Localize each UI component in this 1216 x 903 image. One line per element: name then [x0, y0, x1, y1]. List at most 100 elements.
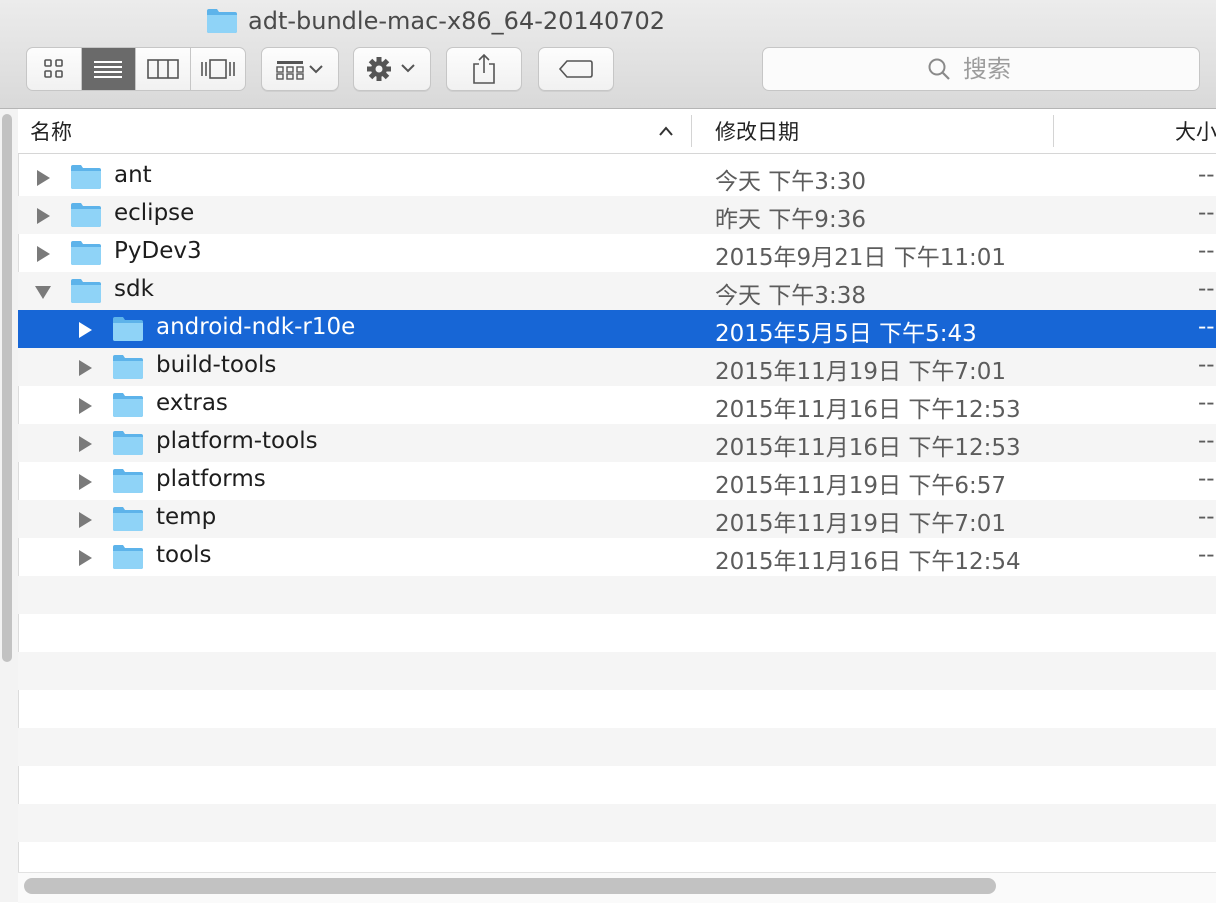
vertical-scrollbar[interactable]: [2, 114, 12, 662]
disclosure-collapsed-icon[interactable]: [34, 169, 52, 187]
columns-icon: [146, 59, 179, 79]
file-name: PyDev3: [114, 238, 202, 264]
table-row[interactable]: tools 2015年11月16日 下午12:54 --: [18, 538, 1216, 576]
modified-date: 昨天 下午9:36: [715, 207, 866, 233]
empty-row: [18, 766, 1216, 804]
table-row[interactable]: extras 2015年11月16日 下午12:53 --: [18, 386, 1216, 424]
file-name: sdk: [114, 276, 154, 302]
title-bar: adt-bundle-mac-x86_64-20140702: [0, 0, 1216, 109]
file-list: ant 今天 下午3:30 -- eclipse 昨天 下午9:36 -- PyDev3 20…: [18, 158, 1216, 880]
modified-date: 2015年11月16日 下午12:53: [715, 397, 1021, 423]
modified-date: 2015年9月21日 下午11:01: [715, 245, 1007, 271]
list-view-button[interactable]: [81, 48, 136, 90]
file-size: --: [1198, 466, 1215, 492]
file-name: platforms: [156, 466, 266, 492]
folder-icon: [113, 469, 143, 493]
empty-row: [18, 652, 1216, 690]
file-size: --: [1198, 162, 1215, 188]
file-name: eclipse: [114, 200, 195, 226]
file-name: tools: [156, 542, 212, 568]
table-row[interactable]: build-tools 2015年11月19日 下午7:01 --: [18, 348, 1216, 386]
icon-view-button[interactable]: [27, 48, 82, 90]
gear-icon: [367, 57, 415, 81]
file-name: android-ndk-r10e: [156, 314, 356, 340]
file-name: extras: [156, 390, 228, 416]
view-mode-control[interactable]: [26, 47, 246, 91]
folder-icon: [113, 507, 143, 531]
table-row[interactable]: android-ndk-r10e 2015年5月5日 下午5:43 --: [18, 310, 1216, 348]
folder-icon: [113, 317, 143, 341]
column-header-date[interactable]: 修改日期: [715, 109, 799, 153]
file-size: --: [1198, 428, 1215, 454]
cover-flow-view-button[interactable]: [191, 48, 246, 90]
share-icon: [473, 53, 495, 84]
modified-date: 2015年11月16日 下午12:54: [715, 549, 1021, 575]
disclosure-collapsed-icon[interactable]: [76, 511, 94, 529]
modified-date: 2015年11月19日 下午7:01: [715, 511, 1007, 537]
window-title-text: adt-bundle-mac-x86_64-20140702: [248, 7, 666, 35]
modified-date: 2015年5月5日 下午5:43: [715, 321, 977, 347]
disclosure-collapsed-icon[interactable]: [76, 435, 94, 453]
column-header-size[interactable]: 大小: [1175, 109, 1216, 153]
action-button[interactable]: [353, 47, 431, 91]
grid-icon: [43, 59, 63, 78]
folder-icon: [71, 165, 101, 189]
folder-icon: [206, 8, 238, 34]
empty-row: [18, 728, 1216, 766]
file-size: --: [1198, 314, 1215, 340]
disclosure-collapsed-icon[interactable]: [76, 321, 94, 339]
modified-date: 今天 下午3:30: [715, 169, 866, 195]
folder-icon: [113, 355, 143, 379]
disclosure-collapsed-icon[interactable]: [34, 207, 52, 225]
list-icon: [94, 61, 123, 78]
table-row[interactable]: platform-tools 2015年11月16日 下午12:53 --: [18, 424, 1216, 462]
table-row[interactable]: temp 2015年11月19日 下午7:01 --: [18, 500, 1216, 538]
column-divider[interactable]: [691, 115, 692, 147]
column-header: 名称 修改日期 大小: [18, 109, 1216, 154]
file-size: --: [1198, 238, 1215, 264]
folder-icon: [113, 431, 143, 455]
search-icon: [928, 58, 950, 80]
column-view-button[interactable]: [136, 48, 191, 90]
search-field[interactable]: [762, 47, 1200, 91]
folder-icon: [113, 393, 143, 417]
window-title: adt-bundle-mac-x86_64-20140702: [206, 4, 665, 38]
horizontal-scrollbar[interactable]: [24, 878, 996, 894]
folder-icon: [71, 203, 101, 227]
table-row[interactable]: PyDev3 2015年9月21日 下午11:01 --: [18, 234, 1216, 272]
empty-row: [18, 804, 1216, 842]
table-row[interactable]: platforms 2015年11月19日 下午6:57 --: [18, 462, 1216, 500]
file-size: --: [1198, 276, 1215, 302]
tag-icon: [558, 60, 593, 78]
folder-icon: [113, 545, 143, 569]
tags-button[interactable]: [538, 47, 614, 91]
file-name: temp: [156, 504, 217, 530]
share-button[interactable]: [446, 47, 522, 91]
disclosure-collapsed-icon[interactable]: [76, 359, 94, 377]
file-size: --: [1198, 200, 1215, 226]
sort-ascending-icon[interactable]: [658, 122, 674, 140]
table-row[interactable]: ant 今天 下午3:30 --: [18, 158, 1216, 196]
folder-icon: [71, 279, 101, 303]
file-name: build-tools: [156, 352, 277, 378]
disclosure-collapsed-icon[interactable]: [76, 549, 94, 567]
modified-date: 今天 下午3:38: [715, 283, 866, 309]
arrange-icon: [276, 61, 323, 80]
file-name: platform-tools: [156, 428, 318, 454]
search-input[interactable]: [961, 54, 1035, 84]
table-row[interactable]: eclipse 昨天 下午9:36 --: [18, 196, 1216, 234]
disclosure-collapsed-icon[interactable]: [34, 245, 52, 263]
column-header-name-label: 名称: [30, 120, 72, 144]
table-row[interactable]: sdk 今天 下午3:38 --: [18, 272, 1216, 310]
column-header-name[interactable]: 名称: [30, 109, 72, 153]
file-size: --: [1198, 390, 1215, 416]
disclosure-collapsed-icon[interactable]: [76, 473, 94, 491]
disclosure-expanded-icon[interactable]: [34, 283, 52, 301]
column-divider[interactable]: [1053, 115, 1054, 147]
arrange-button[interactable]: [261, 47, 339, 91]
cover-flow-icon: [200, 59, 235, 79]
empty-row: [18, 614, 1216, 652]
disclosure-collapsed-icon[interactable]: [76, 397, 94, 415]
modified-date: 2015年11月19日 下午7:01: [715, 359, 1007, 385]
column-header-size-label: 大小: [1175, 120, 1216, 144]
